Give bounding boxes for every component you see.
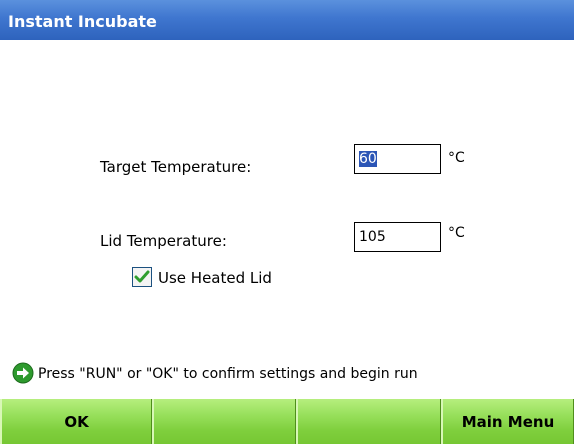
main-menu-button[interactable]: Main Menu [441, 399, 574, 444]
lid-temperature-input[interactable]: 105 [354, 222, 441, 252]
target-temperature-input[interactable]: 60 [354, 144, 441, 174]
use-heated-lid-checkbox[interactable] [132, 267, 152, 287]
softkey-bar: OK Main Menu [0, 399, 574, 444]
ok-button[interactable]: OK [0, 399, 152, 444]
target-temperature-label: Target Temperature: [100, 158, 252, 176]
softkey-2[interactable] [152, 399, 296, 444]
target-temperature-unit: °C [448, 150, 465, 166]
use-heated-lid-label: Use Heated Lid [158, 269, 272, 287]
lid-temperature-value: 105 [359, 229, 386, 245]
lid-temperature-label: Lid Temperature: [100, 232, 227, 250]
softkey-3[interactable] [296, 399, 441, 444]
lid-temperature-unit: °C [448, 225, 465, 241]
checkmark-icon [134, 270, 150, 283]
hint-text: Press "RUN" or "OK" to confirm settings … [38, 366, 418, 382]
arrow-right-circle-icon [12, 362, 34, 384]
target-temperature-value: 60 [359, 151, 377, 167]
window-title: Instant Incubate [8, 12, 157, 31]
title-bar: Instant Incubate [0, 0, 574, 40]
